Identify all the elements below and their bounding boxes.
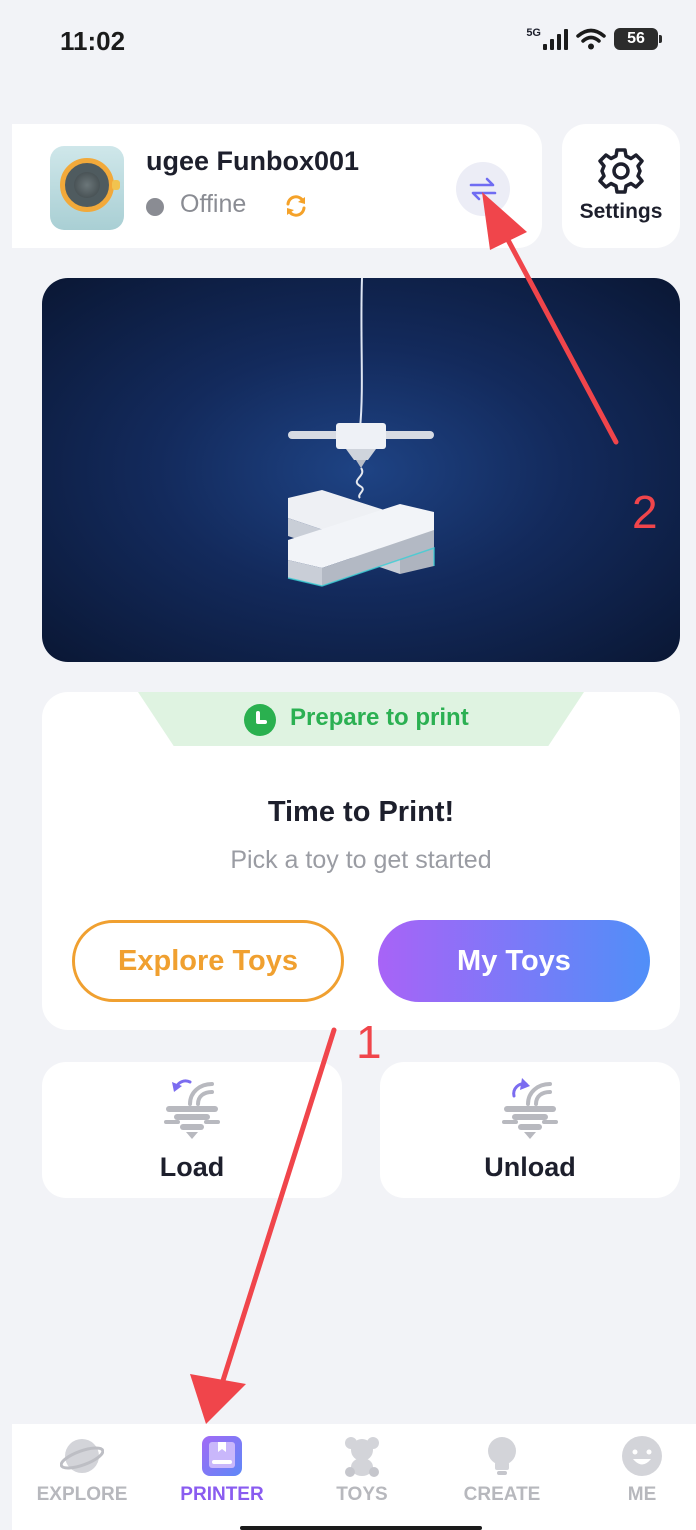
tab-me[interactable]: ME [572,1424,696,1530]
tab-toys-label: TOYS [336,1484,388,1505]
printer-illustration [42,278,680,662]
gear-icon [598,148,644,194]
tab-create-label: CREATE [463,1484,541,1505]
my-toys-button[interactable]: My Toys [378,920,650,1002]
print-subtitle: Pick a toy to get started [230,846,492,874]
tab-toys[interactable]: TOYS [292,1424,432,1530]
smiley-face-icon [622,1436,662,1476]
status-icons: 5G 56 [526,28,662,50]
unload-filament-icon [502,1078,558,1139]
tab-create[interactable]: CREATE [432,1424,572,1530]
tab-explore-label: EXPLORE [36,1484,128,1505]
tab-printer[interactable]: PRINTER [152,1424,292,1530]
switch-device-button[interactable] [456,162,510,216]
home-indicator [240,1526,482,1530]
wifi-icon [576,28,606,50]
printing-animation-icon [287,278,435,587]
planet-icon [60,1439,104,1473]
battery-level: 56 [627,30,645,47]
unload-label: Unload [484,1152,576,1182]
tab-me-label: ME [627,1484,657,1505]
clock-icon [244,704,276,736]
status-bar: 11:02 5G 56 [0,0,696,84]
tab-explore[interactable]: EXPLORE [12,1424,152,1530]
teddy-bear-icon [345,1437,379,1477]
status-dot [146,198,164,216]
device-card[interactable]: ugee Funbox001 Offine [12,124,542,248]
battery-icon: 56 [614,28,662,50]
lightbulb-icon [488,1437,516,1475]
refresh-icon[interactable] [284,194,308,218]
network-type: 5G [526,27,541,39]
printer-icon [202,1436,242,1476]
device-status: Offine [180,190,247,218]
device-name: ugee Funbox001 [146,146,360,176]
load-filament-icon [164,1079,220,1139]
printer-thumbnail [50,146,124,230]
prepare-label: Prepare to print [290,704,469,731]
bottom-tab-bar: EXPLORE PRINTER TOYS CREATE ME [12,1424,696,1530]
load-filament-button[interactable]: Load [42,1062,342,1198]
explore-toys-button[interactable]: Explore Toys [72,920,344,1002]
settings-button[interactable]: Settings [562,124,680,248]
tab-printer-label: PRINTER [180,1484,264,1505]
swap-arrows-icon [469,177,497,201]
print-title: Time to Print! [267,796,455,828]
status-time: 11:02 [60,26,126,56]
settings-label: Settings [579,200,663,223]
load-label: Load [159,1152,225,1182]
unload-filament-button[interactable]: Unload [380,1062,680,1198]
cellular-signal-icon: 5G [526,28,568,50]
print-status-card: Prepare to print Time to Print! Pick a t… [42,692,680,1030]
